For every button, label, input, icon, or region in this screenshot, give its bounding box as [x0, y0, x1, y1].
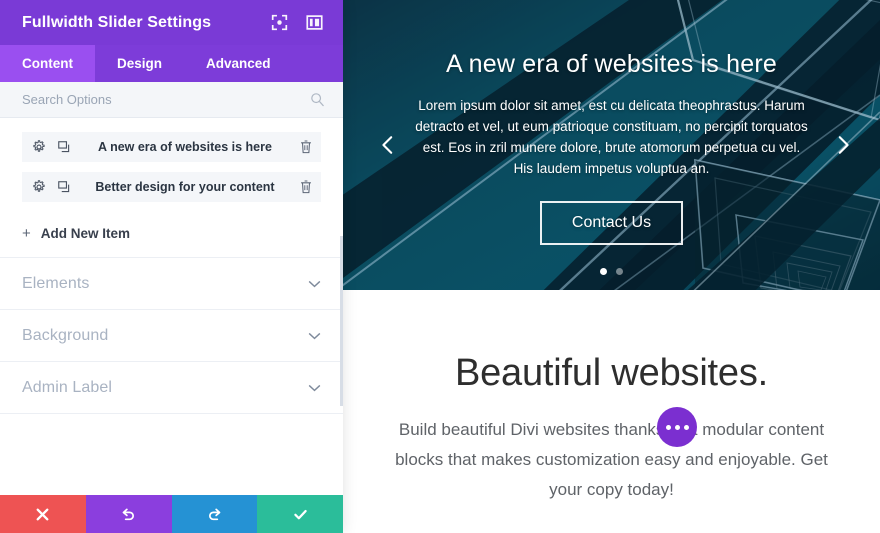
fab-dot — [665, 424, 671, 430]
plus-icon: + — [22, 225, 31, 242]
section-background[interactable]: Background — [0, 310, 343, 362]
section-elements[interactable]: Elements — [0, 258, 343, 310]
section-label: Admin Label — [22, 378, 113, 396]
search-icon[interactable] — [310, 92, 325, 107]
undo-icon — [122, 508, 135, 520]
close-icon — [36, 508, 49, 520]
panel-scrollbar[interactable] — [340, 236, 343, 406]
contact-us-button[interactable]: Contact Us — [539, 201, 684, 245]
redo-button[interactable] — [171, 495, 258, 533]
panel-header-icons — [271, 14, 323, 31]
list-item-label: Better design for your content — [95, 180, 275, 194]
slide-items-list: A new era of websites is here Better des… — [0, 118, 343, 220]
add-new-item-button[interactable]: + Add New Item — [0, 220, 343, 241]
item-tools — [32, 140, 71, 154]
slide-description: Lorem ipsum dolor sit amet, est cu delic… — [415, 98, 808, 176]
item-tools — [32, 180, 71, 194]
chevron-left-icon — [382, 136, 393, 154]
slider-next-arrow[interactable] — [824, 126, 862, 164]
settings-sections: Elements Background Admin Label — [0, 257, 343, 414]
gear-icon[interactable] — [32, 140, 46, 154]
fullwidth-slider: A new era of websites is here Lorem ipsu… — [343, 0, 880, 290]
duplicate-icon[interactable] — [57, 180, 71, 194]
layout-columns-icon[interactable] — [306, 14, 323, 31]
more-options-fab[interactable] — [657, 407, 697, 447]
slider-dot-2[interactable] — [616, 268, 623, 275]
save-button[interactable] — [257, 495, 343, 533]
promo-section: Beautiful websites. Build beautiful Divi… — [343, 290, 880, 533]
duplicate-icon[interactable] — [57, 140, 71, 154]
slide-title: A new era of websites is here — [446, 50, 777, 78]
page-preview: A new era of websites is here Lorem ipsu… — [343, 0, 880, 533]
slider-prev-arrow[interactable] — [369, 126, 407, 164]
panel-body: A new era of websites is here Better des… — [0, 118, 343, 495]
gear-icon[interactable] — [32, 180, 46, 194]
panel-header: Fullwidth Slider Settings — [0, 0, 343, 45]
tab-design[interactable]: Design — [95, 45, 184, 82]
add-new-item-label: Add New Item — [40, 226, 131, 241]
tab-content[interactable]: Content — [0, 45, 95, 82]
list-item[interactable]: Better design for your content — [22, 172, 321, 202]
chevron-down-icon — [308, 280, 321, 287]
tab-advanced[interactable]: Advanced — [184, 45, 293, 82]
search-input[interactable] — [22, 92, 310, 107]
trash-icon[interactable] — [299, 179, 313, 195]
promo-description: Build beautiful Divi websites thanks to … — [395, 420, 828, 499]
trash-icon[interactable] — [299, 139, 313, 155]
chevron-down-icon — [308, 384, 321, 391]
panel-footer — [0, 495, 343, 533]
promo-title: Beautiful websites. — [454, 352, 769, 394]
slider-dot-1[interactable] — [600, 268, 607, 275]
divi-builder-screen: Fullwidth Slider Settings Content Design… — [0, 0, 880, 533]
panel-tabs: Content Design Advanced — [0, 45, 343, 82]
chevron-right-icon — [838, 136, 849, 154]
search-options-bar — [0, 82, 343, 118]
fab-dot — [683, 424, 689, 430]
list-item-label: A new era of websites is here — [98, 140, 272, 154]
chevron-down-icon — [308, 332, 321, 339]
section-admin-label[interactable]: Admin Label — [0, 362, 343, 414]
section-label: Background — [22, 326, 109, 344]
fab-dot — [674, 424, 680, 430]
fullscreen-icon[interactable] — [271, 14, 288, 31]
section-label: Elements — [22, 274, 90, 292]
undo-button[interactable] — [85, 495, 172, 533]
redo-icon — [208, 508, 221, 520]
settings-panel: Fullwidth Slider Settings Content Design… — [0, 0, 343, 533]
list-item[interactable]: A new era of websites is here — [22, 132, 321, 162]
slider-pagination-dots — [600, 268, 623, 275]
check-icon — [293, 509, 307, 519]
panel-title: Fullwidth Slider Settings — [22, 13, 212, 31]
cancel-button[interactable] — [0, 495, 86, 533]
slide-content: A new era of websites is here Lorem ipsu… — [343, 0, 880, 290]
